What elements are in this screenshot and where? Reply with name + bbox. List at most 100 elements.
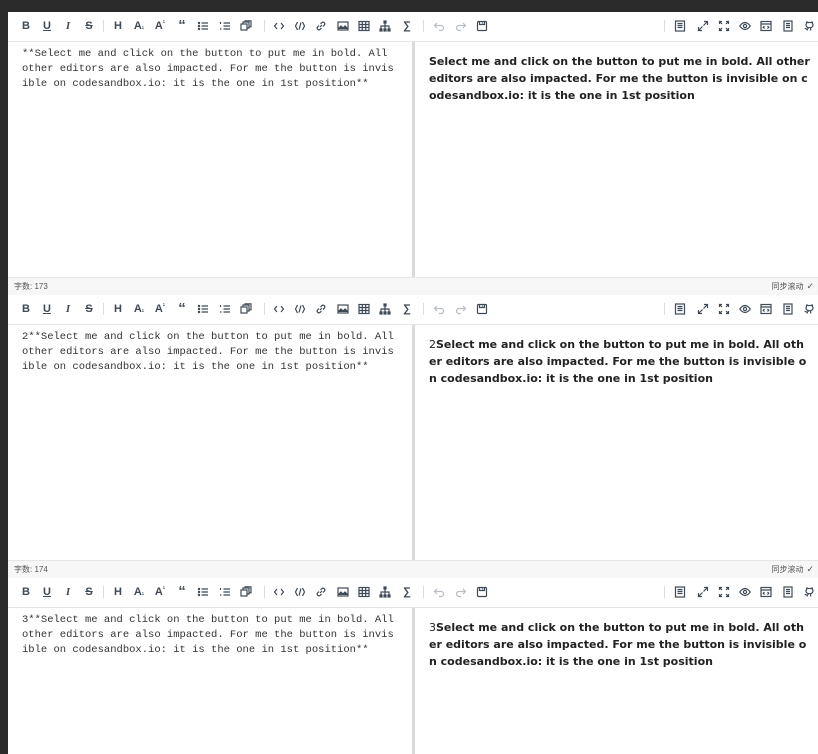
- redo-button[interactable]: [453, 584, 469, 600]
- preview-button[interactable]: [737, 301, 753, 317]
- undo-button[interactable]: [431, 301, 447, 317]
- task-list-button[interactable]: [238, 18, 254, 34]
- catalog-icon: [782, 303, 794, 315]
- image-button[interactable]: [335, 584, 351, 600]
- unordered-list-button[interactable]: [195, 18, 211, 34]
- katex-button[interactable]: ∑: [399, 18, 415, 34]
- ordered-list-button[interactable]: [217, 301, 233, 317]
- bold-button[interactable]: B: [18, 18, 34, 34]
- source-text[interactable]: 2**Select me and click on the button to …: [8, 325, 412, 380]
- heading-button[interactable]: H: [110, 584, 126, 600]
- save-button[interactable]: [474, 584, 490, 600]
- mermaid-button[interactable]: [377, 18, 393, 34]
- table-button[interactable]: [356, 584, 372, 600]
- bold-button[interactable]: B: [18, 584, 34, 600]
- bold-button[interactable]: B: [18, 301, 34, 317]
- md-editor-2: B U I S H A ¹ A ¹ “ ∑ 2**Select me and click on th…: [8, 295, 818, 578]
- subscript-button[interactable]: A¹: [131, 301, 147, 317]
- heading-button[interactable]: H: [110, 18, 126, 34]
- page-fullscreen-button[interactable]: [695, 18, 711, 34]
- unordered-list-button[interactable]: [195, 301, 211, 317]
- check-icon[interactable]: ✓: [806, 564, 814, 574]
- image-button[interactable]: [335, 18, 351, 34]
- link-button[interactable]: [313, 584, 329, 600]
- source-text[interactable]: 3**Select me and click on the button to …: [8, 608, 412, 663]
- github-button[interactable]: [801, 18, 817, 34]
- table-button[interactable]: [356, 301, 372, 317]
- source-text[interactable]: **Select me and click on the button to p…: [8, 42, 412, 97]
- check-icon[interactable]: ✓: [806, 281, 814, 291]
- catalog-button[interactable]: [780, 301, 796, 317]
- html-preview-button[interactable]: [758, 584, 774, 600]
- toolbar-divider: [103, 20, 104, 32]
- italic-button[interactable]: I: [60, 301, 76, 317]
- link-button[interactable]: [313, 301, 329, 317]
- mermaid-button[interactable]: [377, 301, 393, 317]
- task-list-button[interactable]: [238, 301, 254, 317]
- strikethrough-button[interactable]: S: [81, 584, 97, 600]
- html-icon: [760, 303, 772, 315]
- preview-bold: Select me and click on the button to put…: [429, 338, 807, 385]
- undo-icon: [433, 586, 445, 598]
- underline-button[interactable]: U: [39, 301, 55, 317]
- katex-button[interactable]: ∑: [399, 584, 415, 600]
- undo-button[interactable]: [431, 18, 447, 34]
- katex-button[interactable]: ∑: [399, 301, 415, 317]
- prettier-button[interactable]: [672, 584, 688, 600]
- preview-button[interactable]: [737, 584, 753, 600]
- heading-button[interactable]: H: [110, 301, 126, 317]
- github-button[interactable]: [801, 301, 817, 317]
- ordered-list-button[interactable]: [217, 584, 233, 600]
- fullscreen-button[interactable]: [716, 301, 732, 317]
- page-fullscreen-button[interactable]: [695, 584, 711, 600]
- subscript-button[interactable]: A¹: [131, 18, 147, 34]
- catalog-button[interactable]: [780, 584, 796, 600]
- fullscreen-button[interactable]: [716, 584, 732, 600]
- html-preview-button[interactable]: [758, 301, 774, 317]
- redo-button[interactable]: [453, 18, 469, 34]
- strikethrough-button[interactable]: S: [81, 301, 97, 317]
- undo-button[interactable]: [431, 584, 447, 600]
- image-button[interactable]: [335, 301, 351, 317]
- save-button[interactable]: [474, 18, 490, 34]
- unordered-list-button[interactable]: [195, 584, 211, 600]
- ordered-list-button[interactable]: [217, 18, 233, 34]
- redo-button[interactable]: [453, 301, 469, 317]
- html-preview-button[interactable]: [758, 18, 774, 34]
- code-block-button[interactable]: [292, 584, 308, 600]
- italic-button[interactable]: I: [60, 18, 76, 34]
- preview-button[interactable]: [737, 18, 753, 34]
- catalog-button[interactable]: [780, 18, 796, 34]
- quote-button[interactable]: “: [174, 583, 190, 600]
- underline-button[interactable]: U: [39, 18, 55, 34]
- superscript-button[interactable]: A¹: [152, 301, 168, 317]
- quote-button[interactable]: “: [174, 17, 190, 34]
- code-inline-button[interactable]: [271, 584, 287, 600]
- superscript-button[interactable]: A¹: [152, 18, 168, 34]
- code-inline-button[interactable]: [271, 301, 287, 317]
- subscript-button[interactable]: A¹: [131, 584, 147, 600]
- github-button[interactable]: [801, 584, 817, 600]
- italic-button[interactable]: I: [60, 584, 76, 600]
- fullscreen-button[interactable]: [716, 18, 732, 34]
- superscript-button[interactable]: A¹: [152, 584, 168, 600]
- underline-button[interactable]: U: [39, 584, 55, 600]
- code-inline-button[interactable]: [271, 18, 287, 34]
- source-pane[interactable]: **Select me and click on the button to p…: [8, 42, 412, 277]
- quote-button[interactable]: “: [174, 300, 190, 317]
- link-button[interactable]: [313, 18, 329, 34]
- code-block-button[interactable]: [292, 18, 308, 34]
- table-button[interactable]: [356, 18, 372, 34]
- source-pane[interactable]: 2**Select me and click on the button to …: [8, 325, 412, 560]
- save-button[interactable]: [474, 301, 490, 317]
- source-pane[interactable]: 3**Select me and click on the button to …: [8, 608, 412, 754]
- sync-scroll-toggle[interactable]: 同步滚动 ✓: [771, 564, 814, 575]
- mermaid-button[interactable]: [377, 584, 393, 600]
- prettier-button[interactable]: [672, 18, 688, 34]
- sync-scroll-toggle[interactable]: 同步滚动 ✓: [771, 281, 814, 292]
- code-block-button[interactable]: [292, 301, 308, 317]
- task-list-button[interactable]: [238, 584, 254, 600]
- page-fullscreen-button[interactable]: [695, 301, 711, 317]
- prettier-button[interactable]: [672, 301, 688, 317]
- strikethrough-button[interactable]: S: [81, 18, 97, 34]
